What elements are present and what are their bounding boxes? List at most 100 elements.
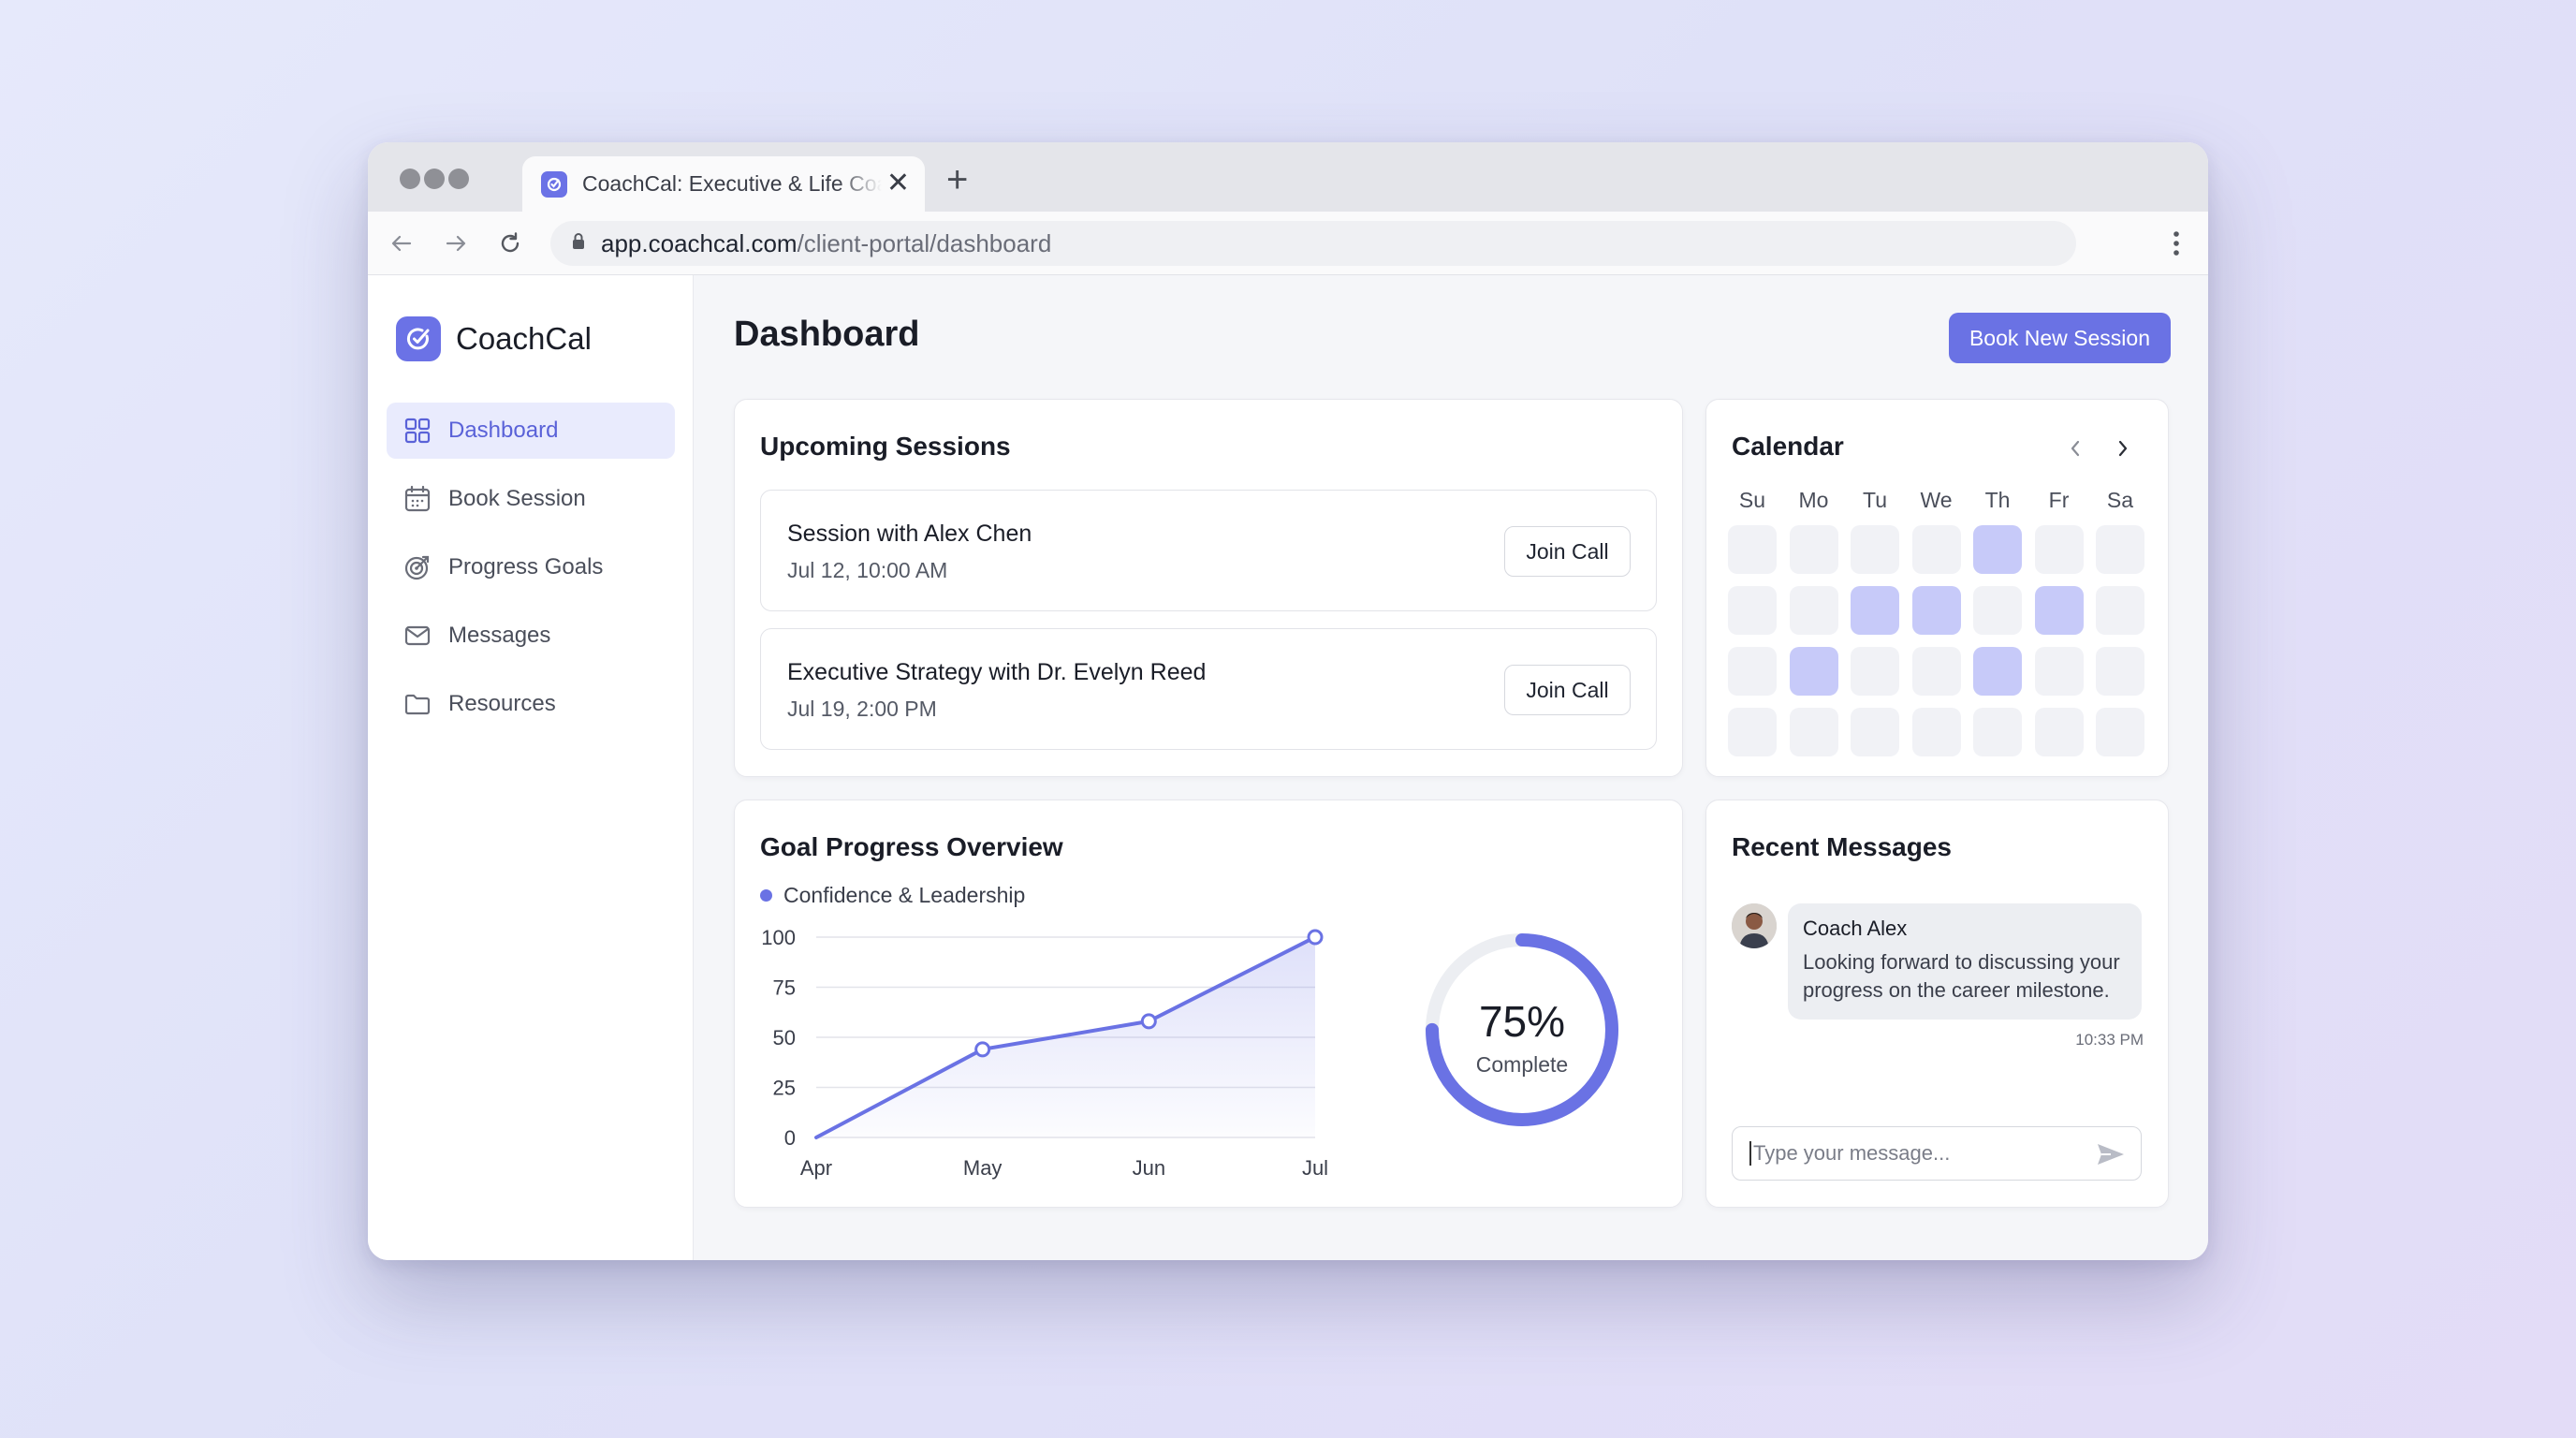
session-name: Executive Strategy with Dr. Evelyn Reed (787, 659, 1207, 685)
progress-donut: 75% Complete (1426, 933, 1618, 1126)
sidebar-item-resources[interactable]: Resources (387, 676, 675, 732)
target-icon (404, 555, 430, 580)
book-new-session-button[interactable]: Book New Session (1948, 313, 2171, 363)
calendar-day[interactable] (2034, 708, 2084, 756)
main-content: Dashboard Book New Session Upcoming Sess… (694, 275, 2208, 1260)
join-call-button[interactable]: Join Call (1504, 665, 1631, 715)
goal-progress-card: Goal Progress Overview Confidence & Lead… (734, 800, 1683, 1208)
calendar-day-booked[interactable] (2034, 586, 2084, 635)
browser-window: CoachCal: Executive & Life Coaching ✕ + … (368, 142, 2208, 1260)
recent-messages-title: Recent Messages (1732, 832, 1953, 861)
calendar-day[interactable] (2096, 647, 2144, 696)
calendar-day[interactable] (1728, 647, 1777, 696)
calendar-day[interactable] (1973, 586, 2022, 635)
calendar-day[interactable] (2096, 525, 2144, 574)
close-window-dot[interactable] (400, 169, 420, 189)
sidebar-item-label: Messages (448, 623, 551, 648)
weekday-label: Sa (2106, 488, 2134, 512)
page-title: Dashboard (734, 315, 920, 354)
x-tick-label: May (963, 1156, 1003, 1180)
browser-tab[interactable]: CoachCal: Executive & Life Coaching ✕ (522, 156, 925, 212)
sidebar-item-label: Resources (448, 691, 556, 716)
message-input-placeholder: Type your message... (1753, 1141, 1951, 1165)
legend-dot (760, 889, 772, 902)
send-icon[interactable] (2096, 1141, 2126, 1173)
sidebar-item-dashboard[interactable]: Dashboard (387, 403, 675, 459)
weekday-label: Su (1738, 488, 1766, 512)
sidebar: CoachCal Dashboard Book Session Progress… (368, 275, 694, 1260)
calendar-day[interactable] (1851, 525, 1899, 574)
data-point (1307, 929, 1324, 946)
tab-bar: CoachCal: Executive & Life Coaching ✕ + (368, 142, 2208, 212)
sidebar-item-messages[interactable]: Messages (387, 608, 675, 664)
forward-arrow-icon[interactable] (441, 228, 471, 258)
calendar-day[interactable] (1789, 708, 1838, 756)
join-call-button[interactable]: Join Call (1504, 526, 1631, 577)
calendar-day-booked[interactable] (1973, 647, 2022, 696)
sidebar-item-label: Progress Goals (448, 554, 604, 580)
browser-menu-icon[interactable] (2173, 230, 2180, 261)
calendar-day[interactable] (1911, 647, 1961, 696)
message-sender: Coach Alex (1803, 917, 1908, 940)
url-path: /client-portal/dashboard (797, 228, 1052, 257)
y-tick-label: 25 (773, 1077, 796, 1100)
calendar-prev-icon[interactable] (2062, 435, 2088, 462)
data-point (974, 1041, 991, 1058)
calendar-title: Calendar (1732, 432, 1844, 461)
y-tick-label: 50 (773, 1026, 796, 1049)
calendar-day[interactable] (2096, 586, 2144, 635)
calendar-day[interactable] (2034, 525, 2084, 574)
message-input[interactable]: Type your message... (1732, 1126, 2142, 1181)
maximize-window-dot[interactable] (448, 169, 469, 189)
reload-icon[interactable] (495, 228, 525, 258)
calendar-day[interactable] (1789, 586, 1838, 635)
calendar-day-booked[interactable] (1851, 586, 1899, 635)
sidebar-item-label: Dashboard (448, 418, 559, 443)
brand-logo-icon (396, 316, 441, 361)
calendar-day[interactable] (1911, 708, 1961, 756)
sidebar-item-progress-goals[interactable]: Progress Goals (387, 539, 675, 595)
calendar-day-booked[interactable] (1789, 647, 1838, 696)
message-text: Looking forward to discussing your progr… (1803, 950, 2120, 1002)
y-tick-label: 75 (773, 976, 796, 1000)
minimize-window-dot[interactable] (424, 169, 445, 189)
brand[interactable]: CoachCal (396, 316, 592, 361)
calendar-day-booked[interactable] (1911, 586, 1961, 635)
x-tick-label: Apr (800, 1156, 832, 1180)
calendar-next-icon[interactable] (2110, 435, 2136, 462)
browser-toolbar: app.coachcal.com/client-portal/dashboard (368, 212, 2208, 275)
calendar-day[interactable] (1728, 708, 1777, 756)
session-time: Jul 12, 10:00 AM (787, 558, 948, 582)
calendar-day[interactable] (1851, 708, 1899, 756)
session-name: Session with Alex Chen (787, 521, 1032, 547)
message-bubble: Coach Alex Looking forward to discussing… (1788, 903, 2142, 1020)
sidebar-item-book-session[interactable]: Book Session (387, 471, 675, 527)
calendar-card: Calendar Su Mo Tu We Th Fr Sa (1705, 399, 2169, 777)
back-arrow-icon[interactable] (387, 228, 417, 258)
calendar-icon (404, 485, 431, 512)
grid-icon (404, 418, 431, 444)
weekday-label: Mo (1798, 488, 1829, 512)
weekday-label: Tu (1863, 488, 1887, 512)
calendar-day[interactable] (1911, 525, 1961, 574)
calendar-day[interactable] (1789, 525, 1838, 574)
calendar-day[interactable] (2034, 647, 2084, 696)
calendar-day[interactable] (1728, 586, 1777, 635)
upcoming-sessions-card: Upcoming Sessions Session with Alex Chen… (734, 399, 1683, 777)
calendar-day[interactable] (2096, 708, 2144, 756)
goal-progress-title: Goal Progress Overview (760, 832, 1063, 861)
address-bar[interactable]: app.coachcal.com/client-portal/dashboard (550, 221, 2076, 266)
weekday-label: Fr (2048, 488, 2070, 512)
tab-title: CoachCal: Executive & Life Coaching (582, 171, 882, 196)
legend-label: Confidence & Leadership (783, 883, 1026, 907)
chart-legend: Confidence & Leadership (760, 883, 1025, 908)
brand-name: CoachCal (456, 321, 592, 356)
new-tab-button[interactable]: + (946, 161, 968, 198)
message-timestamp: 10:33 PM (2075, 1031, 2144, 1049)
calendar-day[interactable] (1728, 525, 1777, 574)
calendar-day-booked[interactable] (1973, 525, 2022, 574)
calendar-day[interactable] (1851, 647, 1899, 696)
lock-icon (571, 232, 586, 256)
calendar-day[interactable] (1973, 708, 2022, 756)
close-tab-icon[interactable]: ✕ (886, 169, 910, 198)
